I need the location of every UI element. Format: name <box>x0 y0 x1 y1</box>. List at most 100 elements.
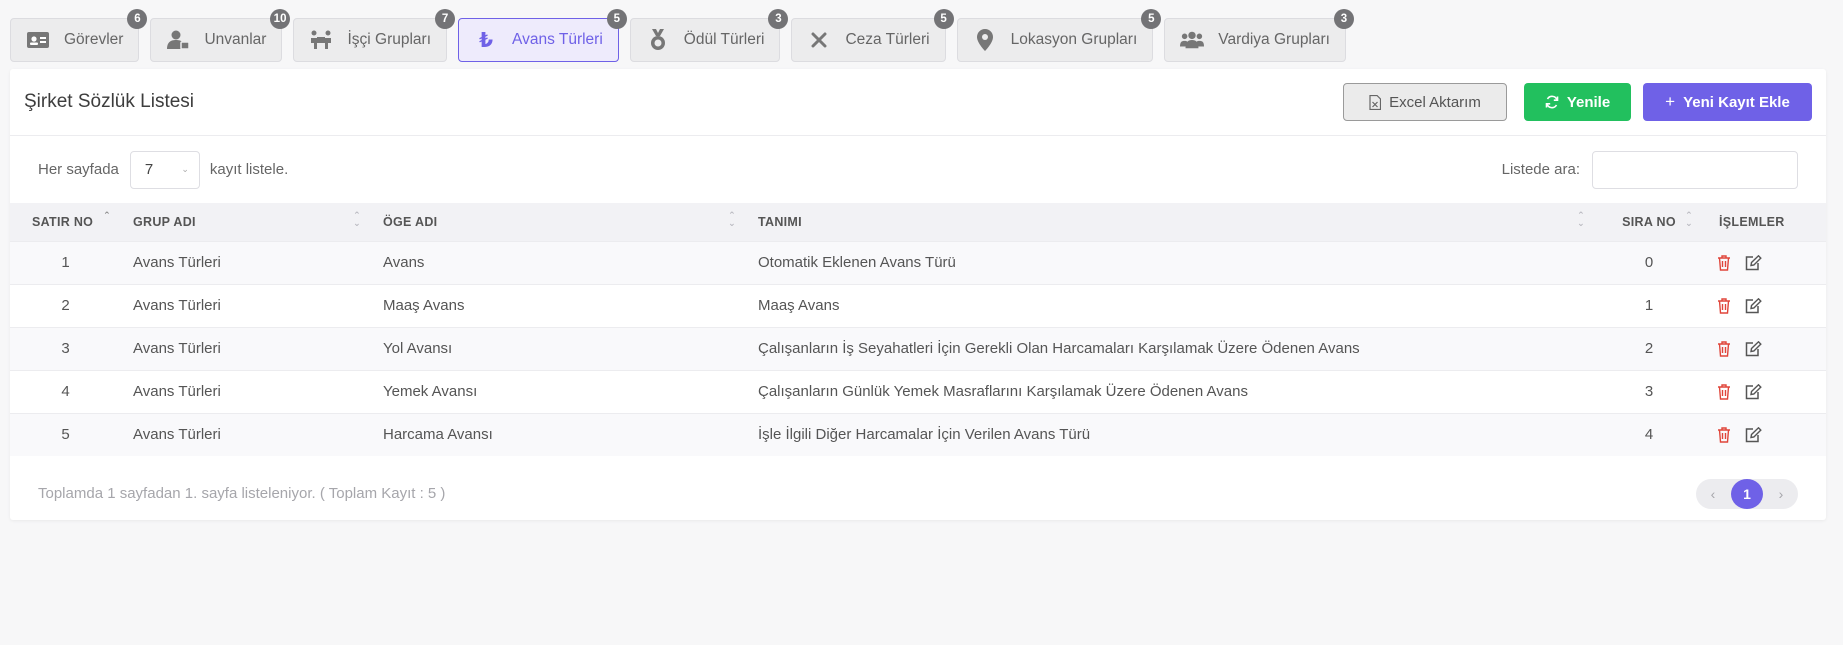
cell-satir-no: 5 <box>10 412 121 456</box>
chevron-right-icon[interactable]: › <box>1767 486 1795 502</box>
column-header-oge-adi[interactable]: ÖGE ADI ⌃ ⌄ <box>371 203 746 241</box>
table-row: 1 Avans Türleri Avans Otomatik Eklenen A… <box>10 240 1826 284</box>
plus-icon: + <box>1665 92 1676 111</box>
tab-unvanlar[interactable]: Unvanlar 10 <box>150 9 291 62</box>
cell-grup-adi: Avans Türleri <box>121 369 371 413</box>
tab-label: Görevler <box>64 31 124 48</box>
cell-oge-adi: Yemek Avansı <box>371 369 746 413</box>
column-header-grup-adi[interactable]: GRUP ADI ⌃ ⌄ <box>121 203 371 241</box>
trash-icon[interactable] <box>1717 340 1731 357</box>
edit-icon[interactable] <box>1745 383 1762 400</box>
page-title: Şirket Sözlük Listesi <box>24 91 195 112</box>
cell-grup-adi: Avans Türleri <box>121 240 371 284</box>
table-row: 5 Avans Türleri Harcama Avansı İşle İlgi… <box>10 412 1826 456</box>
excel-export-button[interactable]: Excel Aktarım <box>1343 83 1507 121</box>
per-page-suffix: kayıt listele. <box>209 161 289 178</box>
tab-label: Ödül Türleri <box>683 31 765 48</box>
tab-label: Lokasyon Grupları <box>1010 31 1138 48</box>
tab-avans-turleri[interactable]: ₺ Avans Türleri 5 <box>458 9 627 62</box>
tab-isci-gruplari[interactable]: İşçi Grupları 7 <box>293 9 456 62</box>
dictionary-table: SATIR NO ⌃ GRUP ADI ⌃ ⌄ ÖGE ADI ⌃ ⌄ TANIMI ⌃ ⌄ … <box>10 203 1826 456</box>
table-row: 2 Avans Türleri Maaş Avans Maaş Avans 1 <box>10 283 1826 327</box>
cell-tanimi: Çalışanların İş Seyahatleri İçin Gerekli… <box>746 326 1595 370</box>
trash-icon[interactable] <box>1717 297 1731 314</box>
refresh-button[interactable]: Yenile <box>1524 83 1631 121</box>
cell-oge-adi: Harcama Avansı <box>371 412 746 456</box>
sync-icon <box>1545 95 1559 109</box>
sort-icon: ⌃ ⌄ <box>728 210 736 228</box>
pagination: ‹ 1 › <box>1696 478 1798 509</box>
count-badge: 3 <box>768 9 789 29</box>
medal-icon <box>646 29 670 51</box>
count-badge: 5 <box>606 9 627 29</box>
page-button-1[interactable]: 1 <box>1731 478 1763 509</box>
sort-icon: ⌃ ⌄ <box>1577 210 1585 228</box>
column-header-tanimi[interactable]: TANIMI ⌃ ⌄ <box>746 203 1595 241</box>
tab-gorevler[interactable]: Görevler 6 <box>10 9 148 62</box>
cell-actions <box>1703 369 1826 413</box>
dictionary-card: Şirket Sözlük Listesi Excel Aktarım Yeni… <box>10 69 1826 520</box>
cell-grup-adi: Avans Türleri <box>121 326 371 370</box>
trash-icon[interactable] <box>1717 426 1731 443</box>
table-header-row: SATIR NO ⌃ GRUP ADI ⌃ ⌄ ÖGE ADI ⌃ ⌄ TANIMI ⌃ ⌄ … <box>10 203 1826 241</box>
table-footer: Toplamda 1 sayfadan 1. sayfa listeleniyo… <box>10 456 1826 532</box>
column-header-islemler: İŞLEMLER <box>1719 214 1785 229</box>
cell-tanimi: Maaş Avans <box>746 283 1595 327</box>
cell-actions <box>1703 412 1826 456</box>
column-header-satir-no[interactable]: SATIR NO ⌃ <box>10 203 121 241</box>
cell-satir-no: 2 <box>10 283 121 327</box>
card-header: Şirket Sözlük Listesi Excel Aktarım Yeni… <box>10 69 1826 136</box>
trash-icon[interactable] <box>1717 254 1731 271</box>
cell-satir-no: 1 <box>10 240 121 284</box>
cell-sira-no: 2 <box>1595 326 1703 370</box>
tab-label: Vardiya Grupları <box>1218 31 1330 48</box>
cell-tanimi: Otomatik Eklenen Avans Türü <box>746 240 1595 284</box>
chevron-down-icon: ⌄ <box>181 164 189 174</box>
edit-icon[interactable] <box>1745 340 1762 357</box>
tab-odul-turleri[interactable]: Ödül Türleri 3 <box>629 9 789 62</box>
cell-sira-no: 4 <box>1595 412 1703 456</box>
cell-satir-no: 4 <box>10 369 121 413</box>
add-record-button[interactable]: + Yeni Kayıt Ekle <box>1643 83 1812 121</box>
refresh-label: Yenile <box>1566 93 1611 111</box>
search-label: Listede ara: <box>1501 161 1580 178</box>
tab-label: Avans Türleri <box>512 31 603 48</box>
table-toolbar: Her sayfada 7 ⌄ kayıt listele. Listede a… <box>10 136 1826 203</box>
tab-label: Unvanlar <box>204 31 267 48</box>
sort-icon: ⌃ ⌄ <box>1685 210 1693 228</box>
cell-actions <box>1703 240 1826 284</box>
cell-actions <box>1703 326 1826 370</box>
tab-vardiya-gruplari[interactable]: Vardiya Grupları 3 <box>1164 9 1354 62</box>
cell-tanimi: Çalışanların Günlük Yemek Masraflarını K… <box>746 369 1595 413</box>
cell-grup-adi: Avans Türleri <box>121 412 371 456</box>
tab-ceza-turleri[interactable]: Ceza Türleri 5 <box>791 9 954 62</box>
cell-sira-no: 3 <box>1595 369 1703 413</box>
id-card-icon <box>26 29 50 51</box>
page-size-select[interactable]: 7 ⌄ <box>129 150 200 189</box>
excel-export-label: Excel Aktarım <box>1389 93 1481 111</box>
count-badge: 5 <box>933 9 954 29</box>
page-size-value: 7 <box>144 161 154 178</box>
cell-oge-adi: Maaş Avans <box>371 283 746 327</box>
chevron-left-icon[interactable]: ‹ <box>1699 486 1727 502</box>
trash-icon[interactable] <box>1717 383 1731 400</box>
edit-icon[interactable] <box>1745 254 1762 271</box>
edit-icon[interactable] <box>1745 297 1762 314</box>
tab-lokasyon-gruplari[interactable]: Lokasyon Grupları 5 <box>956 9 1162 62</box>
map-marker-icon <box>973 29 997 51</box>
count-badge: 6 <box>127 9 148 29</box>
tab-label: Ceza Türleri <box>845 31 930 48</box>
pagination-summary: Toplamda 1 sayfadan 1. sayfa listeleniyo… <box>38 485 446 502</box>
edit-icon[interactable] <box>1745 426 1762 443</box>
cell-oge-adi: Avans <box>371 240 746 284</box>
cell-sira-no: 1 <box>1595 283 1703 327</box>
users-icon <box>1180 29 1205 51</box>
count-badge: 3 <box>1333 9 1354 29</box>
table-row: 3 Avans Türleri Yol Avansı Çalışanların … <box>10 326 1826 370</box>
count-badge: 10 <box>269 9 291 29</box>
cell-oge-adi: Yol Avansı <box>371 326 746 370</box>
cell-actions <box>1703 283 1826 327</box>
cell-satir-no: 3 <box>10 326 121 370</box>
search-input[interactable] <box>1592 150 1798 189</box>
column-header-sira-no[interactable]: SIRA NO ⌃ ⌄ <box>1595 203 1703 241</box>
